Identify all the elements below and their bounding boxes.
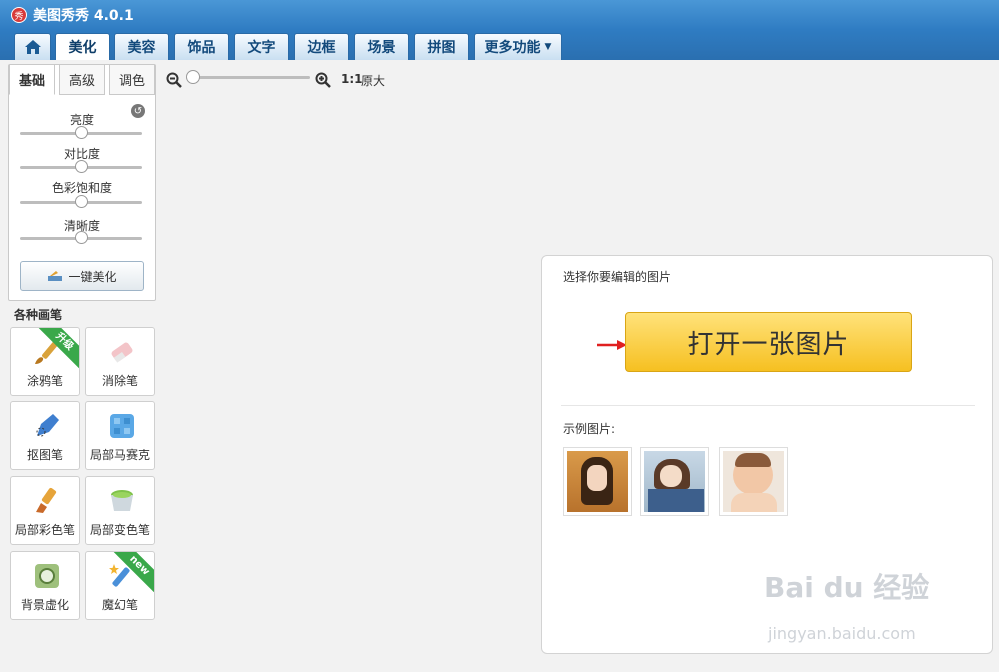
brush-eraser[interactable]: 消除笔 xyxy=(85,327,155,396)
title-bar: 秀 美图秀秀 4.0.1 xyxy=(0,0,999,30)
one-click-beautify-button[interactable]: 一键美化 xyxy=(20,261,144,291)
subtab-advanced[interactable]: 高级 xyxy=(59,65,105,95)
app-title: 美图秀秀 4.0.1 xyxy=(33,8,134,24)
brushes-heading: 各种画笔 xyxy=(14,308,63,322)
zoom-slider[interactable] xyxy=(192,76,310,79)
sharpness-slider-knob[interactable] xyxy=(75,231,88,244)
open-panel-title: 选择你要编辑的图片 xyxy=(563,270,672,284)
subtab-basic[interactable]: 基础 xyxy=(9,65,55,95)
brush-label: 魔幻笔 xyxy=(101,598,138,612)
sample-image-1[interactable] xyxy=(563,447,632,516)
watermark: Bai du 经验 xyxy=(764,571,930,604)
brush-label: 抠图笔 xyxy=(26,448,63,462)
brush-label: 局部马赛克 xyxy=(89,448,150,462)
brush-cutout[interactable]: 抠图笔 xyxy=(10,401,80,470)
brush-label: 消除笔 xyxy=(101,374,138,388)
zoom-in-icon[interactable] xyxy=(315,72,331,88)
home-icon xyxy=(24,40,41,54)
mosaic-icon xyxy=(110,414,134,438)
sample-image-2[interactable] xyxy=(640,447,709,516)
saturation-slider[interactable] xyxy=(20,195,142,208)
sample-photo xyxy=(644,451,705,512)
tab-decoration[interactable]: 饰品 xyxy=(174,33,229,60)
tab-collage[interactable]: 拼图 xyxy=(414,33,469,60)
brush-label: 涂鸦笔 xyxy=(26,374,63,388)
sample-image-3[interactable] xyxy=(719,447,788,516)
brightness-slider[interactable] xyxy=(20,126,142,139)
one-click-beautify-label: 一键美化 xyxy=(68,269,117,284)
brush-magic[interactable]: new 魔幻笔 xyxy=(85,551,155,620)
zoom-slider-knob[interactable] xyxy=(186,70,200,84)
tab-face[interactable]: 美容 xyxy=(114,33,169,60)
blur-icon xyxy=(35,564,59,588)
original-size-label[interactable]: 原大 xyxy=(361,72,385,89)
tab-border[interactable]: 边框 xyxy=(294,33,349,60)
chevron-down-icon: ▼ xyxy=(544,42,552,52)
sharpness-slider[interactable] xyxy=(20,231,142,244)
tab-more-features[interactable]: 更多功能 ▼ xyxy=(474,33,562,60)
cutout-pen-icon xyxy=(36,414,59,437)
eraser-icon xyxy=(111,342,133,363)
tab-more-label: 更多功能 xyxy=(484,40,541,56)
brush-recolor[interactable]: 局部变色笔 xyxy=(85,476,155,545)
brush-label: 局部变色笔 xyxy=(89,523,150,537)
tab-beautify[interactable]: 美化 xyxy=(55,33,110,60)
zoom-out-icon[interactable] xyxy=(166,72,182,88)
brush-mosaic[interactable]: 局部马赛克 xyxy=(85,401,155,470)
samples-label: 示例图片: xyxy=(563,422,616,436)
contrast-slider[interactable] xyxy=(20,160,142,173)
brush-label: 局部彩色笔 xyxy=(14,523,75,537)
brush-background-blur[interactable]: 背景虚化 xyxy=(10,551,80,620)
subtab-color[interactable]: 调色 xyxy=(109,65,155,95)
actual-size-button[interactable]: 1:1 xyxy=(341,72,363,86)
saturation-slider-knob[interactable] xyxy=(75,195,88,208)
main-tab-bar: 美化 美容 饰品 文字 边框 场景 拼图 更多功能 ▼ xyxy=(0,30,999,60)
divider xyxy=(561,405,975,406)
adjust-panel: 基础 高级 调色 ↺ 亮度 对比度 色彩饱和度 清晰度 一键美化 xyxy=(8,64,156,301)
sample-photo xyxy=(723,451,784,512)
sample-photo xyxy=(567,451,628,512)
watermark-url: jingyan.baidu.com xyxy=(768,624,916,643)
contrast-slider-knob[interactable] xyxy=(75,160,88,173)
arrow-right-icon xyxy=(597,340,627,350)
saturation-label: 色彩饱和度 xyxy=(51,181,112,195)
open-image-button[interactable]: 打开一张图片 xyxy=(625,312,912,372)
app-logo-icon: 秀 xyxy=(11,7,27,23)
color-brush-icon xyxy=(36,487,57,513)
tab-text[interactable]: 文字 xyxy=(234,33,289,60)
paint-bucket-icon xyxy=(111,490,133,511)
brush-local-color[interactable]: 局部彩色笔 xyxy=(10,476,80,545)
brush-label: 背景虚化 xyxy=(20,598,69,612)
brightness-slider-knob[interactable] xyxy=(75,126,88,139)
brush-graffiti[interactable]: 升级 涂鸦笔 xyxy=(10,327,80,396)
magic-wand-icon xyxy=(48,271,63,281)
home-tab[interactable] xyxy=(14,33,51,60)
tab-scene[interactable]: 场景 xyxy=(354,33,409,60)
